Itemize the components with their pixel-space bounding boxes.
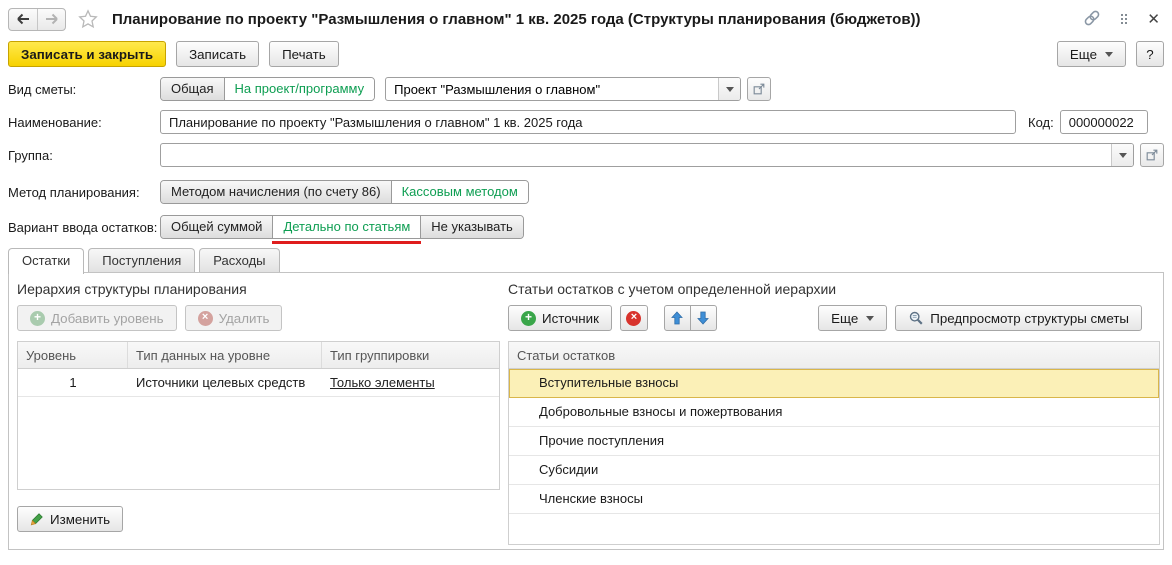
hierarchy-table-header: Уровень Тип данных на уровне Тип группир… [18,342,499,369]
caret-down-icon [866,315,875,321]
group-label: Группа: [8,147,53,163]
tab-expenses[interactable]: Расходы [199,248,280,272]
hierarchy-panel: Иерархия структуры планирования Добавить… [17,281,500,490]
arrow-down-icon [697,311,710,325]
panel-more-button[interactable]: Еще [818,305,888,331]
variant-option-none[interactable]: Не указывать [420,216,523,238]
group-open-button[interactable] [1140,143,1164,167]
edit-button[interactable]: Изменить [17,506,124,532]
open-form-icon [753,83,765,95]
add-level-label: Добавить уровень [51,310,164,326]
project-dropdown-button[interactable] [718,78,741,100]
level-cell: 1 [69,375,77,390]
x-circle-icon [197,310,213,326]
balance-entry-toggle: Общей суммой Детально по статьям Не указ… [160,215,524,244]
arrow-up-icon [671,311,684,325]
balance-row[interactable]: Прочие поступления [509,427,1159,456]
move-down-button[interactable] [689,305,717,331]
planning-method-toggle: Методом начисления (по счету 86) Кассовы… [160,180,529,204]
preview-button-label: Предпросмотр структуры сметы [930,310,1129,326]
group-type-link[interactable]: Только элементы [322,375,435,390]
forward-arrow-icon [45,13,58,25]
caret-down-icon [1105,51,1113,57]
estimate-kind-option-project[interactable]: На проект/программу [223,78,375,100]
more-button[interactable]: Еще [1056,41,1126,67]
back-button[interactable] [9,9,37,30]
column-data-type: Тип данных на уровне [128,342,322,368]
add-source-label: Источник [542,310,599,326]
balance-entry-label: Вариант ввода остатков: [8,219,158,235]
command-bar: Записать и закрыть Записать Печать Еще ? [8,41,1164,67]
nav-group [8,7,66,31]
plus-icon [521,310,536,326]
column-group-type: Тип группировки [330,347,430,363]
balance-row[interactable]: Добровольные взносы и пожертвования [509,398,1159,427]
name-label: Наименование: [8,114,102,130]
project-open-button[interactable] [747,77,772,101]
method-option-accrual[interactable]: Методом начисления (по счету 86) [161,181,391,203]
balance-items-panel: Статьи остатков с учетом определенной ие… [508,281,1160,545]
balances-tab-page: Иерархия структуры планирования Добавить… [8,272,1164,550]
estimate-kind-option-general[interactable]: Общая [161,78,224,100]
delete-level-label: Удалить [218,310,270,326]
forward-button [37,8,65,30]
code-label: Код: [1028,114,1054,130]
back-arrow-icon [17,13,29,25]
balance-row[interactable]: Субсидии [509,456,1159,485]
preview-button[interactable]: Предпросмотр структуры сметы [895,305,1142,331]
open-form-icon [1146,149,1158,161]
favorite-star-icon[interactable] [78,9,98,29]
balances-table: Статьи остатков Вступительные взносы Доб… [508,341,1160,545]
table-row[interactable]: 1 Источники целевых средств Только элеме… [18,369,499,397]
form-area: Вид сметы: Общая На проект/программу Наи… [8,77,1164,248]
panel-more-label: Еще [831,310,859,326]
project-combo-input[interactable] [386,78,719,100]
link-icon[interactable] [1083,9,1101,30]
hierarchy-table: Уровень Тип данных на уровне Тип группир… [17,341,500,490]
data-type-cell: Источники целевых средств [136,375,306,390]
save-and-close-button[interactable]: Записать и закрыть [8,41,167,67]
group-dropdown-button[interactable] [1111,144,1133,166]
code-input[interactable] [1059,110,1148,134]
balance-row[interactable]: Членские взносы [509,485,1159,514]
save-button[interactable]: Записать [176,41,260,67]
delete-level-button: Удалить [184,305,283,331]
move-up-button[interactable] [663,305,691,331]
more-button-label: Еще [1069,46,1097,62]
variant-option-total[interactable]: Общей суммой [161,216,273,238]
caret-down-icon [725,86,734,92]
magnifier-icon [910,311,923,325]
add-level-button: Добавить уровень [17,305,177,331]
pencil-icon [30,513,43,526]
variant-option-detailed[interactable]: Детально по статьям [272,216,422,244]
more-commands-icon[interactable] [1121,14,1128,24]
x-circle-icon [626,310,642,326]
page-title: Планирование по проекту "Размышления о г… [112,10,921,28]
tab-receipts[interactable]: Поступления [88,248,196,272]
estimate-kind-label: Вид сметы: [8,81,77,97]
tab-bar: Остатки Поступления Расходы [8,248,284,274]
planning-method-label: Метод планирования: [8,184,140,200]
project-combo [385,77,742,101]
name-input[interactable] [160,110,1016,134]
hierarchy-panel-title: Иерархия структуры планирования [17,281,247,297]
tab-balances[interactable]: Остатки [8,248,85,274]
window-titlebar: Планирование по проекту "Размышления о г… [0,0,1172,38]
estimate-kind-toggle: Общая На проект/программу [160,77,376,101]
caret-down-icon [1118,152,1127,158]
add-source-button[interactable]: Источник [508,305,612,331]
edit-button-label: Изменить [50,511,111,527]
close-icon[interactable]: ✕ [1147,12,1160,27]
group-combo [160,143,1134,167]
delete-item-button[interactable] [619,305,648,331]
column-level: Уровень [18,342,128,368]
method-option-cash[interactable]: Кассовым методом [390,181,528,203]
balances-table-header: Статьи остатков [509,342,1159,369]
group-combo-input[interactable] [161,144,1111,166]
help-button[interactable]: ? [1136,41,1164,67]
balance-row[interactable]: Вступительные взносы [509,369,1159,398]
balance-items-panel-title: Статьи остатков с учетом определенной ие… [508,281,837,297]
plus-icon [30,310,45,326]
print-button[interactable]: Печать [269,41,339,67]
